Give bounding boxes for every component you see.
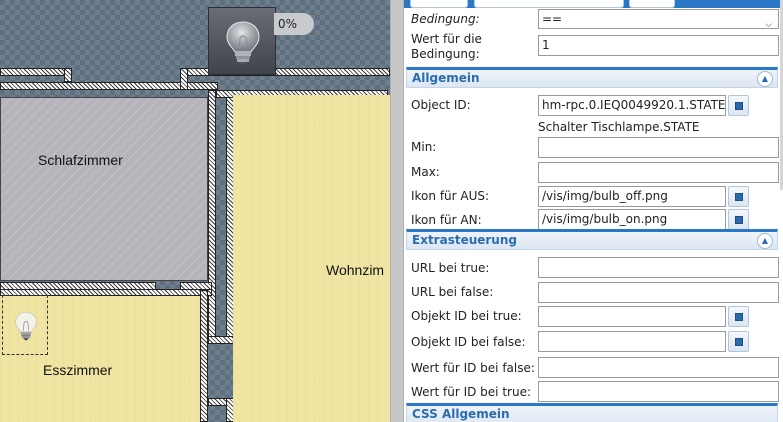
section-header-extrasteuerung[interactable]: Extrasteuerung ▲ <box>406 229 778 250</box>
bulb-off-icon <box>15 312 37 341</box>
row-min: Min: <box>404 136 783 160</box>
bulb-off-icon <box>226 21 260 65</box>
icon-on-input[interactable]: /vis/img/bulb_on.png <box>538 209 726 230</box>
object-id-false-picker-button[interactable] <box>728 331 749 352</box>
panel-tabs <box>404 0 783 8</box>
tab-widget-properties[interactable] <box>474 0 624 8</box>
section-header-css-allgemein[interactable]: CSS Allgemein <box>406 403 778 422</box>
splitter[interactable] <box>390 0 404 422</box>
value-false-input[interactable] <box>538 357 779 378</box>
object-id-input[interactable]: hm-rpc.0.IEQ0049920.1.STATE <box>538 95 726 116</box>
row-condition-value: Wert für die Bedingung: 1 <box>404 31 783 63</box>
url-true-label: URL bei true: <box>411 261 490 275</box>
room-schlafzimmer[interactable]: Schlafzimmer <box>0 97 208 281</box>
wall-mid-stub <box>180 282 212 290</box>
list-icon <box>735 193 743 201</box>
object-id-name-hint: Schalter Tischlampe.STATE <box>538 120 700 134</box>
row-url-true: URL bei true: <box>404 256 783 280</box>
row-value-true: Wert für ID bei true: <box>404 380 783 404</box>
row-object-id-false: Objekt ID bei false: <box>404 330 783 354</box>
section-title-allgemein: Allgemein <box>412 71 480 85</box>
list-icon <box>735 102 743 110</box>
room-wohnzimmer[interactable]: Wohnzim <box>233 95 390 422</box>
object-id-true-label: Objekt ID bei true: <box>411 309 522 323</box>
object-id-true-picker-button[interactable] <box>728 306 749 327</box>
properties-panel: Bedingung: == ⌵ Wert für die Bedingung: … <box>404 0 783 422</box>
room-label-esszimmer: Esszimmer <box>43 362 113 378</box>
section-title-extrasteuerung: Extrasteuerung <box>412 233 517 247</box>
wall-left-upper <box>64 68 72 82</box>
list-icon <box>735 313 743 321</box>
row-max: Max: <box>404 161 783 185</box>
object-id-picker-button[interactable] <box>728 95 749 116</box>
bulb-widget[interactable] <box>208 7 276 75</box>
room-label-schlafzimmer: Schlafzimmer <box>38 152 123 168</box>
collapse-icon[interactable]: ▲ <box>757 233 773 249</box>
min-label: Min: <box>411 140 437 154</box>
object-id-false-label: Objekt ID bei false: <box>411 335 526 349</box>
value-true-label: Wert für ID bei true: <box>411 385 531 399</box>
max-label: Max: <box>411 165 440 179</box>
condition-value-label-line1: Wert für die <box>411 32 482 46</box>
wall-top-left <box>0 68 72 76</box>
row-object-id: Object ID: hm-rpc.0.IEQ0049920.1.STATE S… <box>404 94 783 134</box>
list-icon <box>735 216 743 224</box>
wall-lower-vertical-left <box>200 290 208 422</box>
row-icon-off: Ikon für AUS: /vis/img/bulb_off.png <box>404 184 783 208</box>
section-title-css-allgemein: CSS Allgemein <box>412 407 510 421</box>
tab-css[interactable] <box>629 0 675 8</box>
object-id-label: Object ID: <box>411 98 471 112</box>
url-false-input[interactable] <box>538 282 779 303</box>
object-id-true-input[interactable] <box>538 306 726 327</box>
icon-on-picker-button[interactable] <box>728 209 749 230</box>
max-input[interactable] <box>538 162 779 183</box>
wall-corridor-left <box>208 90 216 342</box>
icon-off-input[interactable]: /vis/img/bulb_off.png <box>538 186 726 207</box>
room-label-wohnzimmer: Wohnzim <box>326 262 385 278</box>
row-object-id-true: Objekt ID bei true: <box>404 305 783 329</box>
object-id-false-input[interactable] <box>538 331 726 352</box>
icon-off-label: Ikon für AUS: <box>411 189 490 203</box>
chevron-down-icon: ⌵ <box>765 20 772 29</box>
url-true-input[interactable] <box>538 257 779 278</box>
bulb-percent-label: 0% <box>274 13 314 35</box>
row-value-false: Wert für ID bei false: <box>404 356 783 380</box>
url-false-label: URL bei false: <box>411 285 494 299</box>
condition-label: Bedingung: <box>411 12 480 26</box>
value-true-input[interactable] <box>538 381 779 402</box>
value-false-label: Wert für ID bei false: <box>411 361 535 375</box>
condition-select[interactable]: == ⌵ <box>538 9 779 29</box>
icon-on-label: Ikon für AN: <box>411 213 482 227</box>
row-url-false: URL bei false: <box>404 280 783 304</box>
list-icon <box>735 338 743 346</box>
row-condition: Bedingung: == ⌵ <box>404 9 783 30</box>
bulb-widget-selected[interactable] <box>2 295 48 355</box>
floor-plan-canvas: Schlafzimmer Wohnzim Esszimmer 0% <box>0 0 390 422</box>
wall-lower-block <box>208 336 234 344</box>
condition-value-label-line2: Bedingung: <box>411 47 480 61</box>
icon-off-picker-button[interactable] <box>728 186 749 207</box>
tab-widget[interactable] <box>410 0 468 8</box>
condition-select-value: == <box>542 12 563 26</box>
condition-value-input[interactable]: 1 <box>538 35 779 56</box>
min-input[interactable] <box>538 137 779 158</box>
collapse-icon[interactable]: ▲ <box>757 71 773 87</box>
wall-corridor-cap <box>180 68 188 90</box>
section-header-allgemein[interactable]: Allgemein ▲ <box>406 67 778 88</box>
